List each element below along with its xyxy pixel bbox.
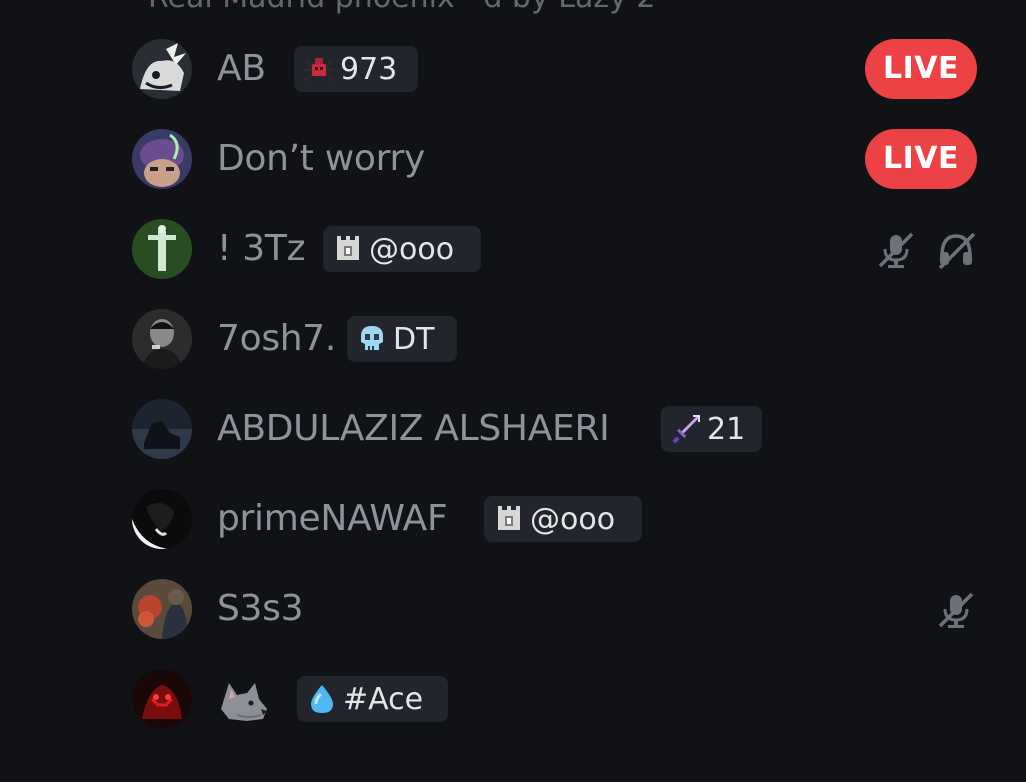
server-tag[interactable]: #Ace (297, 676, 448, 722)
server-tag[interactable]: 973 (294, 46, 418, 92)
member-name: 7osh7. (217, 318, 337, 359)
avatar[interactable] (132, 129, 192, 189)
avatar[interactable] (132, 579, 192, 639)
live-badge[interactable]: LIVE (865, 39, 977, 99)
castle-icon (331, 232, 365, 266)
member-row[interactable]: 7osh7. DT (0, 294, 1026, 384)
sword-icon (669, 412, 703, 446)
member-name: ! 3Tz (217, 228, 306, 269)
member-row[interactable]: Don’t worry LIVE (0, 114, 1026, 204)
member-name: primeNAWAF (217, 498, 448, 539)
member-row[interactable]: 🐺 #Ace (0, 654, 1026, 744)
skull-icon (355, 322, 389, 356)
wolf-emoji-icon (221, 683, 267, 721)
member-name: 🐺 (217, 679, 269, 723)
server-tag[interactable]: 21 (661, 406, 762, 452)
avatar[interactable] (132, 309, 192, 369)
member-row[interactable]: AB 973 LIVE (0, 24, 1026, 114)
member-row[interactable]: primeNAWAF @ooo (0, 474, 1026, 564)
server-tag-label: 973 (340, 51, 398, 87)
server-tag[interactable]: @ooo (323, 226, 481, 272)
server-tag-label: @ooo (369, 231, 455, 267)
clipped-header-text: Real Madrid phoenix · d by Lazy 2 (148, 0, 655, 15)
member-row[interactable]: ! 3Tz @ooo (0, 204, 1026, 294)
server-tag[interactable]: DT (347, 316, 457, 362)
water-drop-icon (305, 682, 339, 716)
avatar[interactable] (132, 39, 192, 99)
server-tag-label: #Ace (343, 681, 424, 717)
member-name: AB (217, 48, 266, 89)
avatar[interactable] (132, 489, 192, 549)
live-badge[interactable]: LIVE (865, 129, 977, 189)
spider-icon (302, 52, 336, 86)
server-tag-label: DT (393, 321, 435, 357)
castle-icon (492, 502, 526, 536)
server-tag-label: @ooo (530, 501, 616, 537)
muted-microphone-icon (938, 592, 974, 628)
member-name: ABDULAZIZ ALSHAERI (217, 408, 610, 449)
member-name: Don’t worry (217, 138, 426, 179)
avatar[interactable] (132, 219, 192, 279)
muted-microphone-icon (878, 232, 914, 268)
member-name: S3s3 (217, 588, 304, 629)
member-row[interactable]: ABDULAZIZ ALSHAERI 21 (0, 384, 1026, 474)
server-tag[interactable]: @ooo (484, 496, 642, 542)
member-row[interactable]: S3s3 (0, 564, 1026, 654)
avatar[interactable] (132, 399, 192, 459)
avatar[interactable] (132, 669, 192, 729)
deafened-headphones-icon (938, 232, 976, 270)
server-tag-label: 21 (707, 411, 746, 447)
